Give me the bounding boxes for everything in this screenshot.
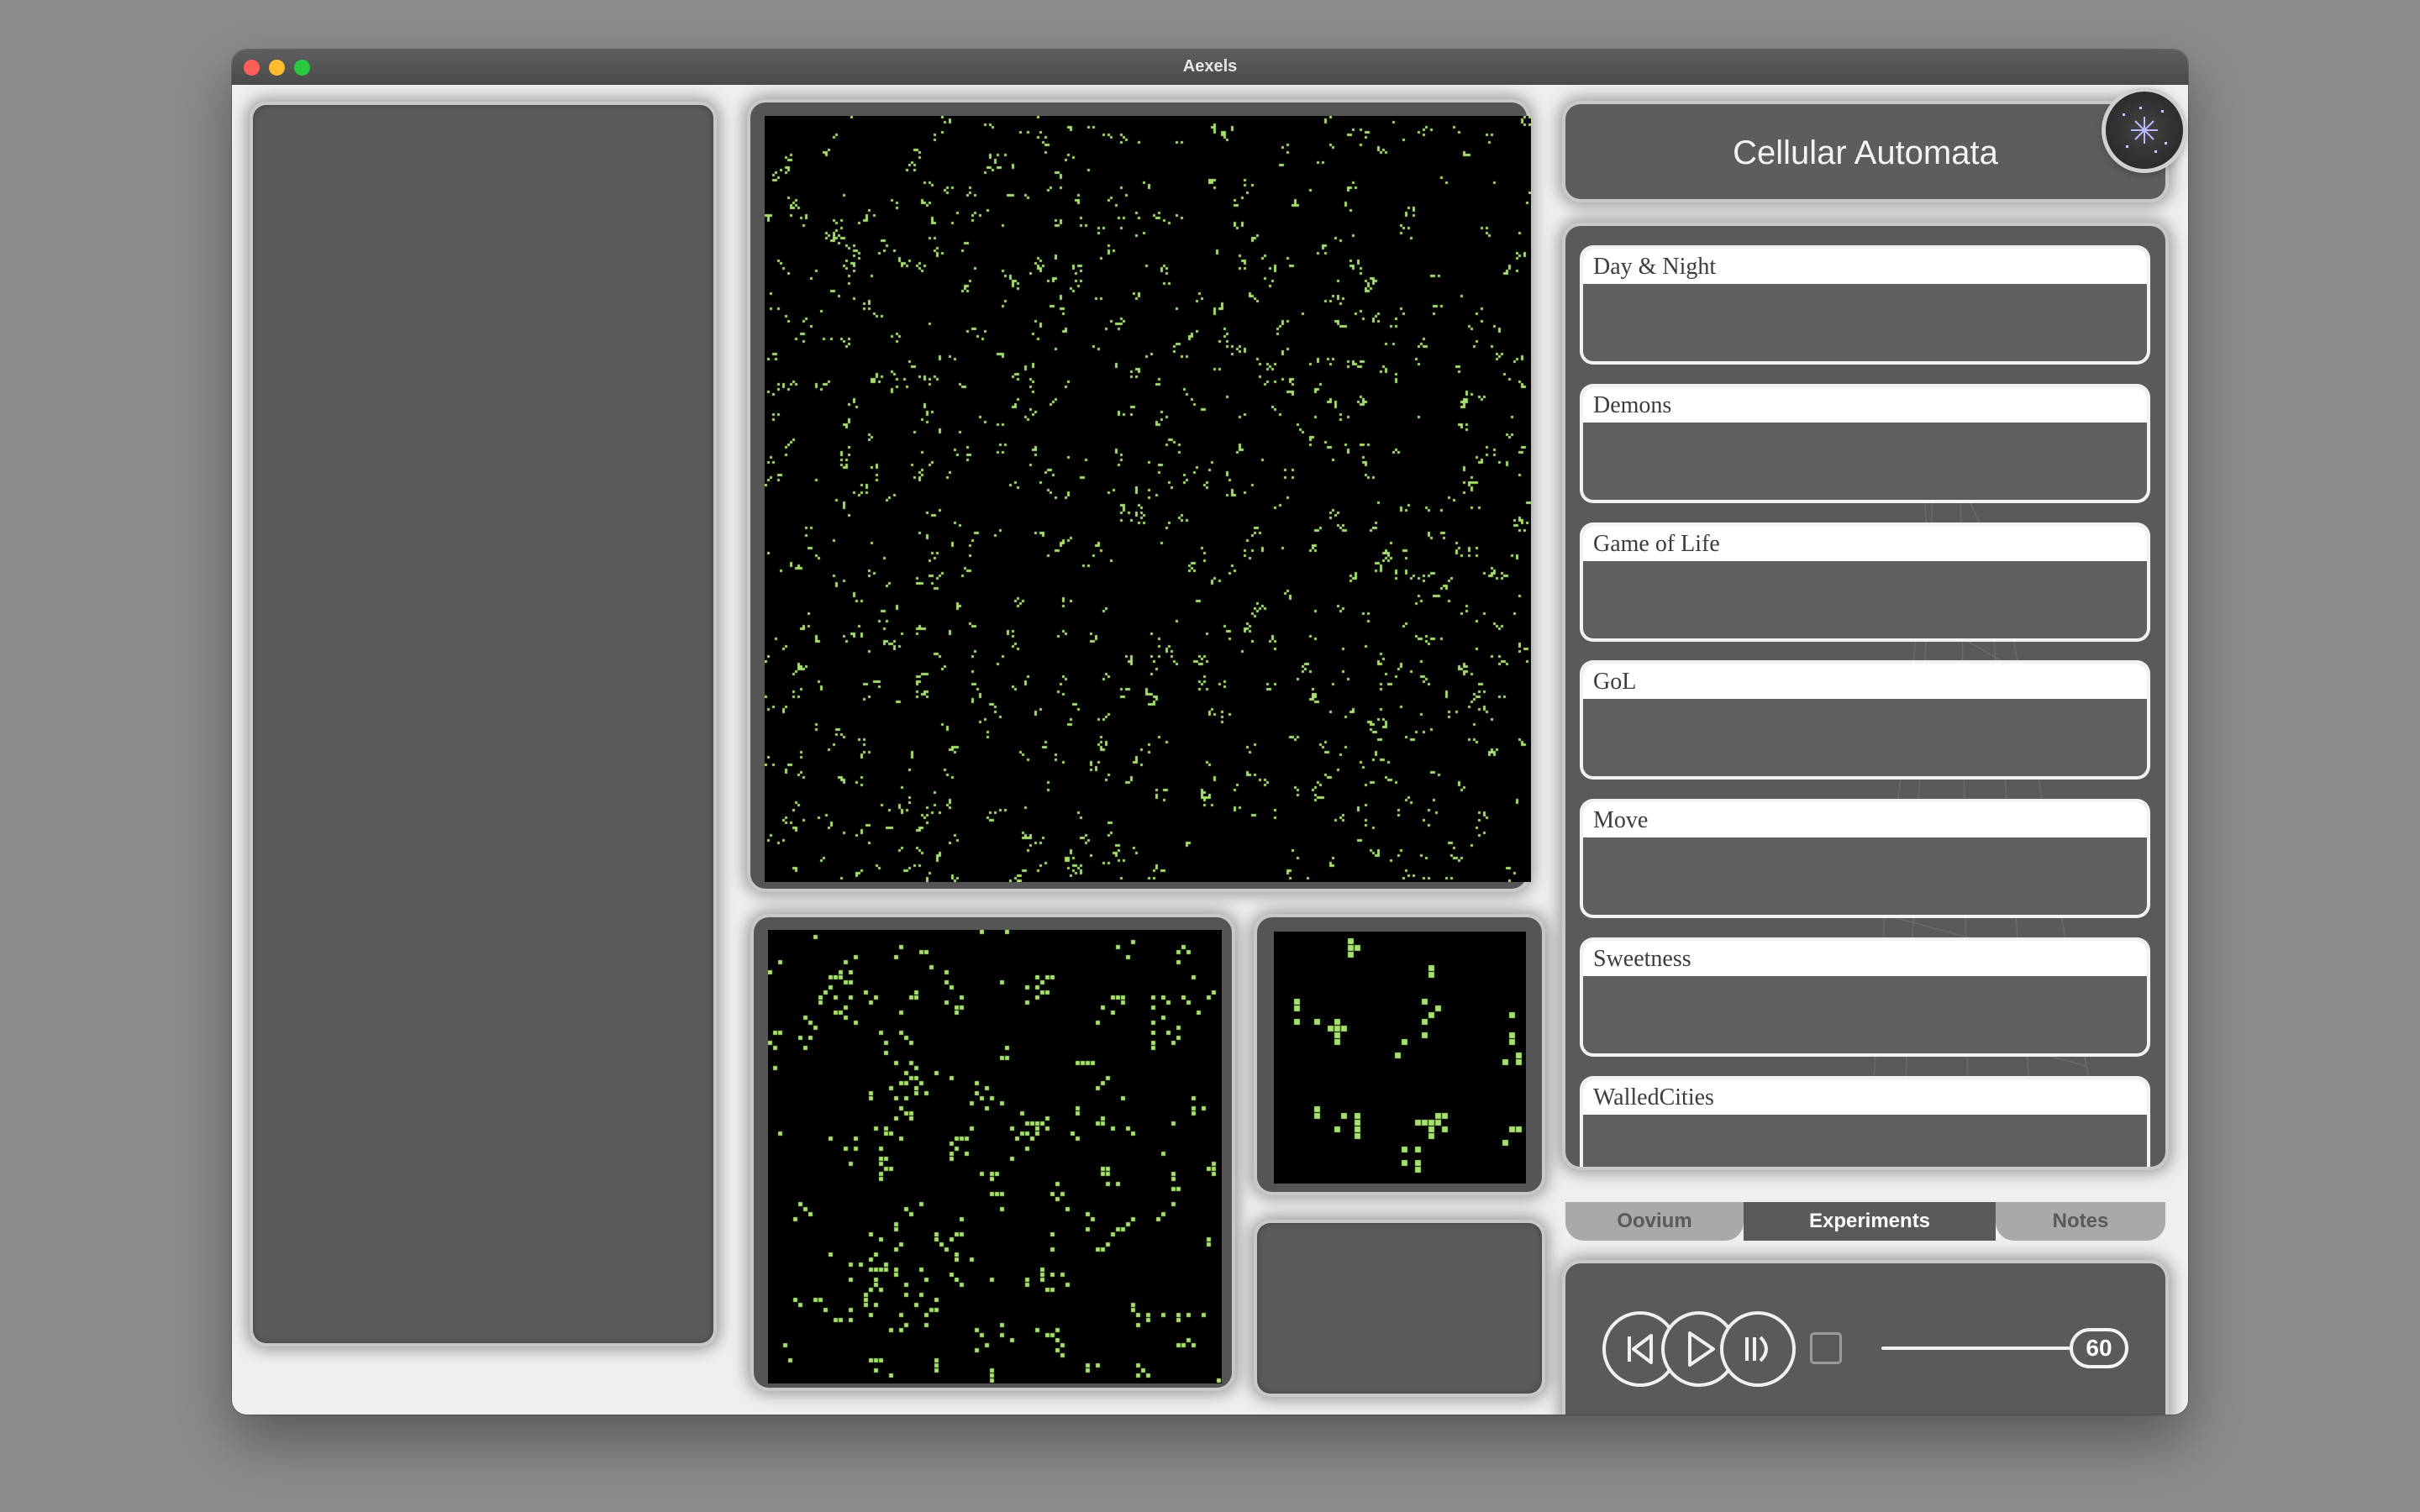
tab-notes[interactable]: Notes	[1996, 1202, 2165, 1241]
experiment-label: Sweetness	[1583, 941, 2147, 976]
empty-panel-bottom	[1257, 1223, 1542, 1394]
medium-automaton-canvas[interactable]	[768, 930, 1222, 1383]
step-forward-icon	[1745, 1336, 1768, 1362]
small-automaton-canvas[interactable]	[1274, 932, 1526, 1184]
app-window: Aexels Cellular Automata Day & Night Dem…	[232, 50, 2188, 1415]
main-content: Cellular Automata Day & Night Demons Gam…	[232, 85, 2188, 1415]
title-bar: Aexels	[232, 50, 2188, 86]
header-card: Cellular Automata	[1565, 104, 2165, 199]
window-title: Aexels	[1182, 57, 1238, 76]
speed-slider-track[interactable]	[1881, 1347, 2083, 1350]
speed-slider-knob[interactable]: 60	[2070, 1328, 2128, 1368]
experiment-game-of-life[interactable]: Game of Life	[1583, 526, 2147, 638]
tab-experiments[interactable]: Experiments	[1744, 1202, 1996, 1241]
page-title: Cellular Automata	[1733, 134, 1998, 171]
experiment-label: Game of Life	[1583, 526, 2147, 561]
experiment-move[interactable]: Move	[1583, 802, 2147, 915]
experiment-label: Demons	[1583, 387, 2147, 423]
playback-controls: 60	[1565, 1263, 2165, 1415]
experiment-walledcities[interactable]: WalledCities	[1583, 1079, 2147, 1167]
large-automaton-canvas[interactable]	[765, 116, 1531, 882]
aexels-logo-icon[interactable]	[2106, 92, 2183, 169]
loop-checkbox[interactable]	[1810, 1332, 1842, 1364]
left-empty-panel	[253, 105, 713, 1343]
experiment-sweetness[interactable]: Sweetness	[1583, 941, 2147, 1053]
experiment-label: WalledCities	[1583, 1079, 2147, 1115]
experiment-gol[interactable]: GoL	[1583, 664, 2147, 776]
experiment-label: Move	[1583, 802, 2147, 837]
experiments-list[interactable]: Day & Night Demons Game of Life GoL Move…	[1565, 226, 2165, 1167]
tab-oovium[interactable]: Oovium	[1565, 1202, 1744, 1241]
experiment-label: Day & Night	[1583, 249, 2147, 284]
experiment-day-and-night[interactable]: Day & Night	[1583, 249, 2147, 361]
tab-bar: Oovium Experiments Notes	[1565, 1202, 2165, 1242]
experiment-demons[interactable]: Demons	[1583, 387, 2147, 500]
step-forward-button[interactable]	[1720, 1311, 1796, 1387]
experiment-label: GoL	[1583, 664, 2147, 699]
